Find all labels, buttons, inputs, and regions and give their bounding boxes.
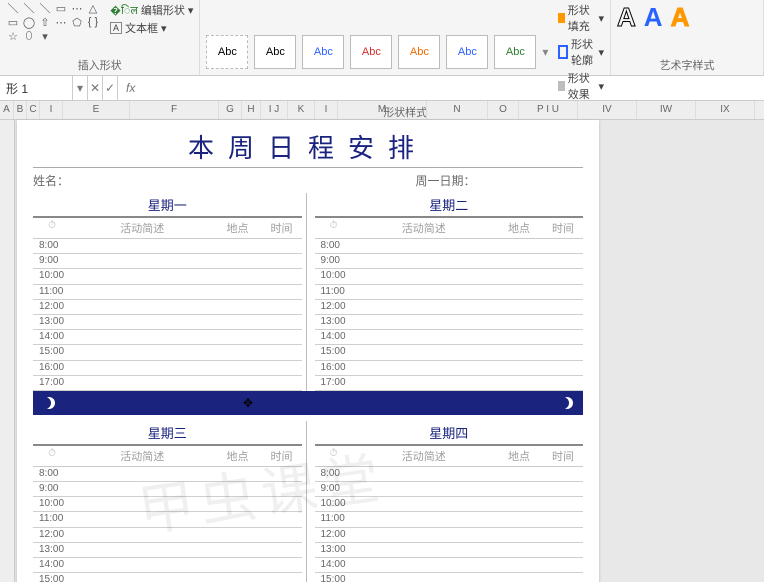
time-slot[interactable]: 11:00 bbox=[33, 285, 302, 300]
time-slot[interactable]: 14:00 bbox=[33, 330, 302, 345]
worksheet-page: 甲虫课堂 本周日程安排 姓名： 周一日期： 星期一⏱活动简述地点时间8:009:… bbox=[17, 120, 599, 582]
col-header[interactable]: I bbox=[40, 101, 63, 119]
time-slot[interactable]: 11:00 bbox=[33, 512, 302, 527]
time-slot[interactable]: 8:00 bbox=[315, 467, 584, 482]
cancel-icon[interactable]: ✕ bbox=[88, 76, 103, 100]
col-header[interactable]: E bbox=[63, 101, 130, 119]
time-slot[interactable]: 10:00 bbox=[315, 269, 584, 284]
day-header: ⏱活动简述地点时间 bbox=[33, 218, 302, 239]
time-slot[interactable]: 14:00 bbox=[33, 558, 302, 573]
name-box[interactable]: 形 1 bbox=[0, 76, 73, 100]
shape-fill-button[interactable]: 形状填充▾ bbox=[558, 2, 604, 34]
col-header[interactable]: A bbox=[0, 101, 14, 119]
day-column: 星期一⏱活动简述地点时间8:009:0010:0011:0012:0013:00… bbox=[33, 193, 302, 391]
time-slot[interactable]: 11:00 bbox=[315, 512, 584, 527]
night-divider[interactable]: ✥ bbox=[33, 391, 583, 415]
time-slot[interactable]: 15:00 bbox=[33, 573, 302, 582]
col-header[interactable]: IX bbox=[696, 101, 755, 119]
time-slot[interactable]: 16:00 bbox=[33, 361, 302, 376]
time-slot[interactable]: 14:00 bbox=[315, 330, 584, 345]
col-header[interactable]: C bbox=[27, 101, 40, 119]
day-name: 星期四 bbox=[315, 421, 584, 446]
time-slot[interactable]: 14:00 bbox=[315, 558, 584, 573]
col-header[interactable]: IV bbox=[578, 101, 637, 119]
col-header[interactable]: M bbox=[338, 101, 427, 119]
day-column: 星期二⏱活动简述地点时间8:009:0010:0011:0012:0013:00… bbox=[306, 193, 584, 391]
day-column: 星期三⏱活动简述地点时间8:009:0010:0011:0012:0013:00… bbox=[33, 421, 302, 582]
ribbon-group-wordart: A A A 艺术字样式 bbox=[611, 0, 764, 75]
time-slot[interactable]: 10:00 bbox=[33, 269, 302, 284]
name-box-dropdown[interactable]: ▾ bbox=[73, 76, 88, 100]
time-slot[interactable]: 13:00 bbox=[33, 315, 302, 330]
time-slot[interactable]: 8:00 bbox=[33, 239, 302, 254]
time-slot[interactable]: 12:00 bbox=[33, 528, 302, 543]
wordart-gallery[interactable]: A A A bbox=[617, 2, 757, 33]
col-header[interactable]: I bbox=[315, 101, 338, 119]
time-slot[interactable]: 11:00 bbox=[315, 285, 584, 300]
col-header[interactable]: H bbox=[242, 101, 261, 119]
text-box-button[interactable]: A文本框▾ bbox=[110, 20, 193, 36]
day-name: 星期二 bbox=[315, 193, 584, 218]
col-header[interactable]: I J bbox=[261, 101, 288, 119]
day-name: 星期一 bbox=[33, 193, 302, 218]
day-header: ⏱活动简述地点时间 bbox=[315, 446, 584, 467]
time-slot[interactable]: 9:00 bbox=[33, 254, 302, 269]
time-slot[interactable]: 9:00 bbox=[33, 482, 302, 497]
page-title: 本周日程安排 bbox=[33, 120, 583, 168]
col-header[interactable]: F bbox=[130, 101, 219, 119]
sheet-gutter bbox=[599, 120, 764, 582]
time-slot[interactable]: 9:00 bbox=[315, 482, 584, 497]
time-slot[interactable]: 9:00 bbox=[315, 254, 584, 269]
col-header[interactable]: K bbox=[288, 101, 315, 119]
time-slot[interactable]: 16:00 bbox=[315, 361, 584, 376]
col-header[interactable]: G bbox=[219, 101, 242, 119]
shape-outline-button[interactable]: 形状轮廓▾ bbox=[558, 36, 604, 68]
day-name: 星期三 bbox=[33, 421, 302, 446]
col-header[interactable]: O bbox=[488, 101, 519, 119]
time-slot[interactable]: 13:00 bbox=[315, 543, 584, 558]
column-headers[interactable]: ABCIEFGHI JKIMNOP I UIVIWIX bbox=[0, 101, 764, 120]
time-slot[interactable]: 8:00 bbox=[33, 467, 302, 482]
time-slot[interactable]: 15:00 bbox=[33, 345, 302, 360]
shape-style-gallery[interactable]: Abc Abc Abc Abc Abc Abc Abc ▾ bbox=[206, 35, 548, 69]
fx-icon[interactable]: fx bbox=[118, 81, 143, 95]
col-header[interactable]: B bbox=[14, 101, 27, 119]
time-slot[interactable]: 8:00 bbox=[315, 239, 584, 254]
row-headers[interactable] bbox=[0, 120, 15, 582]
day-header: ⏱活动简述地点时间 bbox=[33, 446, 302, 467]
col-header[interactable]: N bbox=[427, 101, 488, 119]
time-slot[interactable]: 15:00 bbox=[315, 573, 584, 582]
time-slot[interactable]: 17:00 bbox=[33, 376, 302, 391]
ribbon-group-insert-shape: ＼＼＼▭⋯ △▭◯⇧⋯ ⬠{ }☆⬯▾ �िल编辑形状▾ A文本框▾ 插入形状 bbox=[0, 0, 200, 75]
moon-icon-left bbox=[43, 397, 55, 409]
time-slot[interactable]: 13:00 bbox=[315, 315, 584, 330]
shape-effects-button[interactable]: 形状效果▾ bbox=[558, 70, 604, 102]
time-slot[interactable]: 10:00 bbox=[33, 497, 302, 512]
time-slot[interactable]: 15:00 bbox=[315, 345, 584, 360]
meta-name-label: 姓名： bbox=[33, 172, 308, 189]
day-column: 星期四⏱活动简述地点时间8:009:0010:0011:0012:0013:00… bbox=[306, 421, 584, 582]
ribbon-label-wordart: 艺术字样式 bbox=[617, 55, 757, 73]
ribbon: ＼＼＼▭⋯ △▭◯⇧⋯ ⬠{ }☆⬯▾ �िल编辑形状▾ A文本框▾ 插入形状 … bbox=[0, 0, 764, 76]
moon-icon-right bbox=[561, 397, 573, 409]
time-slot[interactable]: 12:00 bbox=[33, 300, 302, 315]
move-cursor-icon: ✥ bbox=[243, 396, 253, 410]
time-slot[interactable]: 12:00 bbox=[315, 300, 584, 315]
col-header[interactable]: P I U bbox=[519, 101, 578, 119]
col-header[interactable]: IW bbox=[637, 101, 696, 119]
enter-icon[interactable]: ✓ bbox=[103, 76, 118, 100]
ribbon-group-shape-style: Abc Abc Abc Abc Abc Abc Abc ▾ 形状填充▾ 形状轮廓… bbox=[200, 0, 611, 75]
time-slot[interactable]: 12:00 bbox=[315, 528, 584, 543]
shape-gallery[interactable]: ＼＼＼▭⋯ △▭◯⇧⋯ ⬠{ }☆⬯▾ bbox=[6, 2, 106, 42]
day-header: ⏱活动简述地点时间 bbox=[315, 218, 584, 239]
time-slot[interactable]: 10:00 bbox=[315, 497, 584, 512]
ribbon-label-insert-shape: 插入形状 bbox=[6, 55, 193, 73]
meta-date-label: 周一日期： bbox=[308, 172, 583, 189]
time-slot[interactable]: 17:00 bbox=[315, 376, 584, 391]
edit-shape-button[interactable]: �िल编辑形状▾ bbox=[110, 2, 193, 18]
time-slot[interactable]: 13:00 bbox=[33, 543, 302, 558]
